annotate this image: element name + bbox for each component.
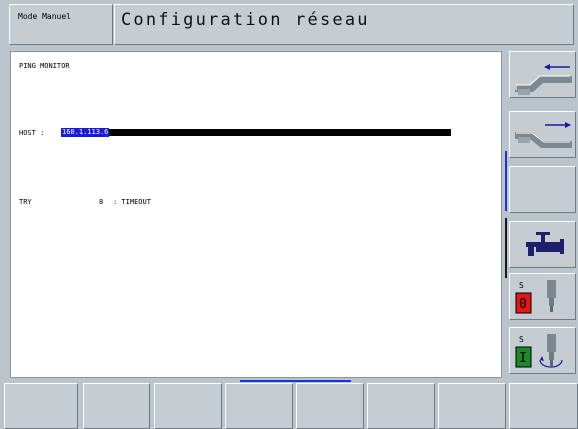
bottom-softkey-6[interactable]: [367, 383, 435, 429]
title-bar: Configuration réseau: [114, 4, 574, 45]
try-label: TRY: [19, 198, 32, 206]
try-count: 8: [99, 198, 104, 206]
softkey-row-indicator: [240, 380, 351, 382]
bottom-softkey-3[interactable]: [154, 383, 222, 429]
mode-label: Mode Manuel: [18, 12, 71, 21]
host-value: 160.1.113.6: [61, 128, 110, 137]
coolant-tap-icon: [526, 232, 564, 256]
softkey-ramp-left[interactable]: [509, 51, 576, 98]
softkey-coolant[interactable]: [509, 221, 576, 268]
softkey-ramp-right[interactable]: [509, 111, 576, 158]
bottom-softkey-1[interactable]: [4, 383, 78, 429]
bottom-softkey-7[interactable]: [438, 383, 506, 429]
softkey-bar-divider: [505, 218, 507, 278]
ramp-arrow-left-icon: [515, 64, 572, 95]
bottom-softkey-bar: [4, 383, 578, 429]
ramp-arrow-right-icon: [515, 122, 572, 148]
softkey-spindle-on[interactable]: S I: [509, 327, 576, 374]
mode-indicator: Mode Manuel: [9, 4, 113, 45]
bottom-softkey-2[interactable]: [83, 383, 150, 429]
spindle-on-icon: S I: [515, 334, 563, 368]
softkey-empty[interactable]: [509, 166, 576, 213]
spindle-on-letter: S: [519, 335, 524, 344]
ping-monitor-title: PING MONITOR: [19, 62, 70, 70]
softkey-spindle-off[interactable]: S 0: [509, 273, 576, 320]
spindle-off-letter: S: [519, 281, 524, 290]
bottom-softkey-4[interactable]: [225, 383, 293, 429]
page-title: Configuration réseau: [121, 10, 370, 30]
ping-monitor-panel: PING MONITOR HOST : 160.1.113.6 TRY 8 : …: [10, 51, 502, 378]
spindle-on-badge: I: [519, 351, 527, 366]
host-label: HOST :: [19, 129, 45, 137]
spindle-off-icon: S 0: [515, 280, 556, 314]
try-result: : TIMEOUT: [113, 198, 151, 206]
bottom-softkey-8[interactable]: [509, 383, 578, 429]
host-input[interactable]: 160.1.113.6: [61, 128, 451, 137]
spindle-off-badge: 0: [519, 297, 527, 312]
bottom-softkey-5[interactable]: [296, 383, 364, 429]
softkey-bar-indicator: [505, 151, 507, 211]
